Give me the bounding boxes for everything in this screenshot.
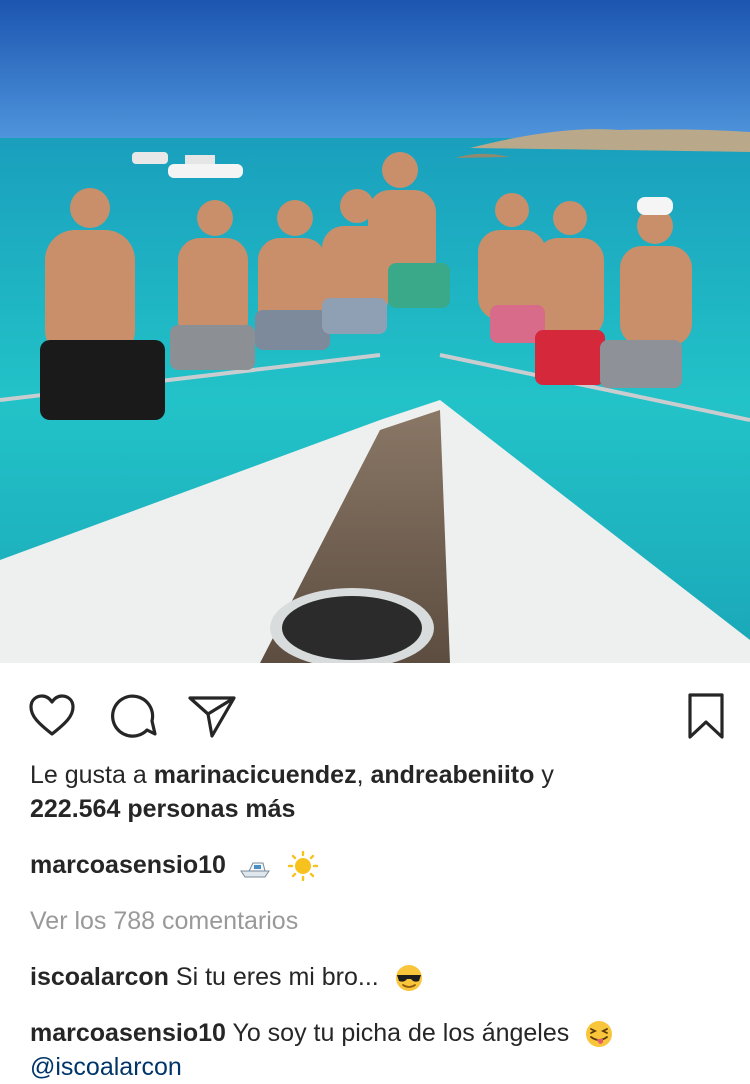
post-caption: marcoasensio10	[30, 848, 730, 882]
post-photo[interactable]	[0, 0, 750, 663]
sunglasses-emoji	[395, 965, 422, 992]
comment-button[interactable]	[107, 690, 159, 742]
liker-link[interactable]: marinacicuendez	[154, 761, 357, 789]
sun-emoji	[287, 851, 319, 882]
likes-summary: Le gusta a marinacicuendez, andreabeniit…	[30, 758, 730, 826]
liker-link[interactable]: andreabeniito	[370, 761, 534, 789]
photo-illustration	[0, 0, 750, 663]
view-all-comments-link[interactable]: Ver los 788 comentarios	[30, 904, 730, 938]
likes-separator: ,	[356, 761, 371, 789]
speedboat-emoji	[239, 862, 270, 878]
comment-text: Si tu eres mi bro...	[168, 963, 379, 991]
like-button[interactable]	[26, 690, 78, 742]
speech-bubble-icon	[111, 694, 157, 738]
heart-icon	[29, 694, 75, 736]
share-button[interactable]	[186, 690, 238, 742]
comment-username[interactable]: marcoasensio10	[30, 1019, 226, 1047]
tongue-wink-emoji	[586, 1021, 613, 1048]
action-bar	[0, 663, 750, 763]
mention-link[interactable]: @iscoalarcon	[30, 1053, 182, 1081]
paper-plane-icon	[188, 696, 236, 738]
comment-item: marcoasensio10 Yo soy tu picha de los án…	[30, 1016, 730, 1084]
likes-conjunction: y	[534, 761, 554, 789]
caption-username[interactable]: marcoasensio10	[30, 851, 226, 879]
comment-username[interactable]: iscoalarcon	[30, 963, 169, 991]
comment-text: Yo soy tu picha de los ángeles	[225, 1019, 570, 1047]
save-button[interactable]	[680, 690, 732, 742]
post-details: Le gusta a marinacicuendez, andreabeniit…	[30, 758, 730, 1084]
likes-prefix: Le gusta a	[30, 761, 154, 789]
bookmark-icon	[688, 693, 724, 739]
likes-count-link[interactable]: 222.564 personas más	[30, 795, 295, 823]
comment-item: iscoalarcon Si tu eres mi bro...	[30, 960, 730, 994]
